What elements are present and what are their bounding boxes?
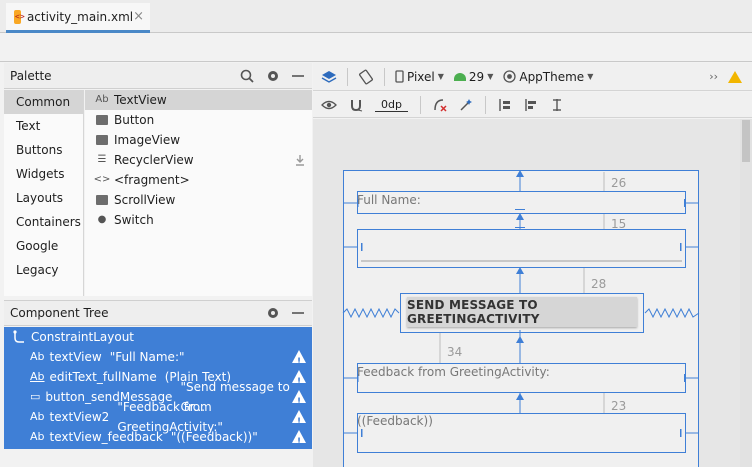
preview-button-outline xyxy=(400,293,644,333)
margin-label: 28 xyxy=(591,277,607,291)
preview-textview-text: Full Name: xyxy=(357,193,421,207)
margin-label: 34 xyxy=(447,345,463,359)
preview-edittext[interactable] xyxy=(357,229,686,268)
preview-textview2-text: Feedback from GreetingActivity: xyxy=(357,365,550,379)
margin-label: 23 xyxy=(611,399,627,413)
margin-label: 15 xyxy=(611,217,627,231)
preview-feedback-text: ((Feedback)) xyxy=(357,414,433,428)
margin-label: 26 xyxy=(611,176,627,190)
